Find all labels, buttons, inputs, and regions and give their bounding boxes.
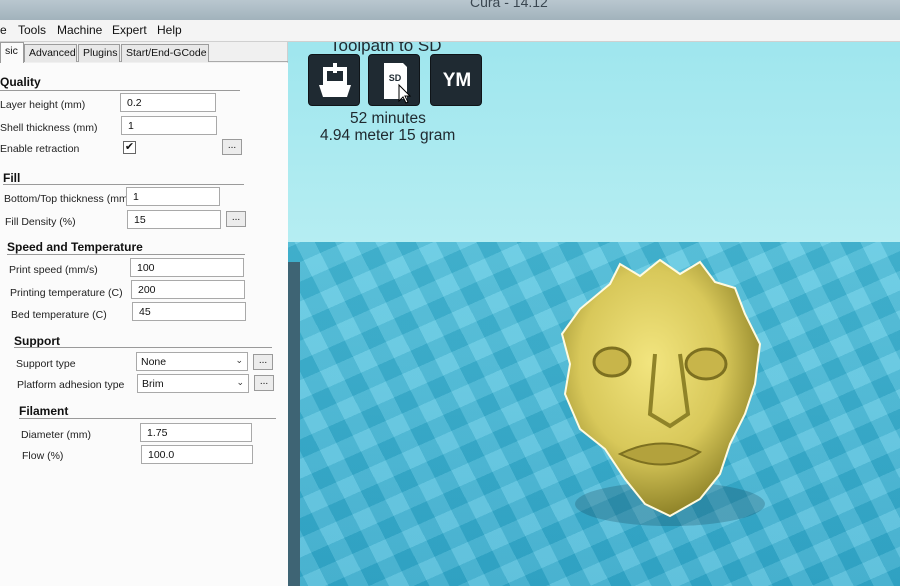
platform-adhesion-value: Brim	[142, 378, 164, 390]
enable-retraction-label: Enable retraction	[0, 143, 80, 155]
tab-plugins[interactable]: Plugins	[78, 44, 120, 62]
section-title-fill: Fill	[3, 171, 21, 185]
adhesion-settings-button[interactable]: ...	[254, 375, 274, 391]
support-settings-button[interactable]: ...	[253, 354, 273, 370]
settings-tabs: sic Advanced Plugins Start/End-GCode	[0, 42, 288, 63]
bottom-top-thickness-label: Bottom/Top thickness (mm)	[4, 193, 132, 205]
tab-advanced[interactable]: Advanced	[24, 44, 77, 62]
chevron-down-icon: ⌄	[236, 377, 244, 387]
menu-help[interactable]: Help	[157, 23, 182, 37]
diameter-label: Diameter (mm)	[21, 429, 91, 441]
section-divider	[7, 254, 245, 255]
section-divider	[0, 90, 240, 91]
youmagine-button[interactable]: YM	[430, 54, 482, 106]
menu-tools[interactable]: Tools	[18, 23, 46, 37]
printing-temperature-field[interactable]: 200	[131, 280, 245, 299]
platform-adhesion-label: Platform adhesion type	[17, 379, 125, 391]
platform-adhesion-select[interactable]: Brim ⌄	[137, 374, 249, 393]
face-outline	[560, 258, 762, 518]
window-title: Cura - 14.12	[470, 0, 548, 10]
tab-start-end-gcode[interactable]: Start/End-GCode	[121, 44, 209, 62]
shell-thickness-field[interactable]: 1	[121, 116, 217, 135]
chevron-down-icon: ⌄	[235, 355, 243, 365]
menu-file[interactable]: e	[0, 23, 7, 37]
support-type-select[interactable]: None ⌄	[136, 352, 248, 371]
print-time: 52 minutes	[350, 110, 426, 127]
shell-thickness-label: Shell thickness (mm)	[0, 122, 98, 134]
section-title-filament: Filament	[19, 404, 69, 418]
layer-height-field[interactable]: 0.2	[120, 93, 216, 112]
section-title-quality: Quality	[0, 75, 41, 89]
material-usage: 4.94 meter 15 gram	[320, 127, 456, 144]
support-type-value: None	[141, 356, 167, 368]
section-title-support: Support	[14, 334, 60, 348]
section-divider	[14, 347, 272, 348]
bed-temperature-field[interactable]: 45	[132, 302, 246, 321]
section-divider	[19, 418, 276, 419]
print-speed-field[interactable]: 100	[130, 258, 244, 277]
bed-temperature-label: Bed temperature (C)	[11, 309, 107, 321]
fill-density-field[interactable]: 15	[127, 210, 221, 229]
section-title-speed: Speed and Temperature	[7, 240, 143, 254]
menu-machine[interactable]: Machine	[57, 23, 102, 37]
left-eye	[592, 346, 632, 378]
support-type-label: Support type	[16, 358, 76, 370]
tab-basic[interactable]: sic	[0, 42, 24, 63]
youmagine-icon: YM	[442, 70, 472, 91]
sd-label: SD	[388, 73, 402, 83]
build-plate-edge	[288, 262, 300, 586]
enable-retraction-checkbox[interactable]: ✔	[123, 141, 136, 154]
basic-settings-sheet: Quality Layer height (mm) 0.2 Shell thic…	[0, 63, 288, 586]
3d-model-face[interactable]	[550, 254, 790, 534]
right-eye	[684, 347, 728, 381]
window-title-bar: Cura - 14.12	[0, 0, 900, 22]
3d-viewport[interactable]: Toolpath to SD SD YM 52 minutes 4.94 met…	[288, 42, 900, 586]
menu-bar: e Tools Machine Expert Help	[0, 20, 900, 42]
settings-panel: sic Advanced Plugins Start/End-GCode Qua…	[0, 42, 288, 586]
fill-settings-button[interactable]: ...	[226, 211, 246, 227]
menu-expert[interactable]: Expert	[112, 23, 147, 37]
load-icon	[319, 63, 351, 97]
layer-height-label: Layer height (mm)	[0, 99, 86, 111]
print-speed-label: Print speed (mm/s)	[9, 264, 98, 276]
load-model-button[interactable]	[308, 54, 360, 106]
toolpath-to-sd-button[interactable]: SD	[368, 54, 420, 106]
flow-field[interactable]: 100.0	[141, 445, 253, 464]
bottom-top-thickness-field[interactable]: 1	[126, 187, 220, 206]
diameter-field[interactable]: 1.75	[140, 423, 252, 442]
section-divider	[3, 184, 244, 185]
flow-label: Flow (%)	[22, 450, 64, 462]
fill-density-label: Fill Density (%)	[5, 216, 76, 228]
retraction-settings-button[interactable]: ...	[222, 139, 242, 155]
printing-temperature-label: Printing temperature (C)	[10, 287, 123, 299]
